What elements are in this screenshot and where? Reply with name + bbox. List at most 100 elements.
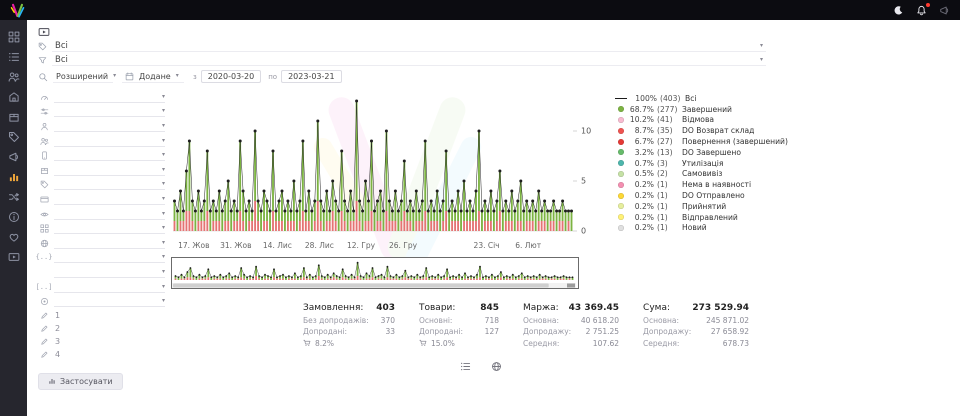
filter-select-8[interactable]: ▾ xyxy=(54,194,165,205)
apply-button[interactable]: Застосувати xyxy=(38,373,123,390)
legend-item[interactable]: 0.2%(1)DO Отправлено xyxy=(615,190,793,201)
legend-percent: 8.7% xyxy=(629,126,654,135)
legend-label: Самовивіз xyxy=(682,169,722,178)
pencil-icon xyxy=(38,311,50,320)
marketing-icon xyxy=(8,151,20,163)
legend-item[interactable]: 6.7%(27)Повернення (завершений) xyxy=(615,136,793,147)
legend-item[interactable]: 10.2%(41)Відмова xyxy=(615,115,793,126)
sidebar-item-products[interactable] xyxy=(5,109,23,124)
sidebar-item-info[interactable] xyxy=(5,209,23,224)
legend-percent: 3.2% xyxy=(629,148,654,157)
stat-column: Маржа:43 369.45Основна:40 618.20Допродаж… xyxy=(523,303,619,348)
x-axis-label: 26. Гру xyxy=(389,241,417,250)
stat-value: 15.0% xyxy=(431,339,455,348)
legend-item[interactable]: 0.2%(1)Прийнятий xyxy=(615,201,793,212)
filter-select-6[interactable]: ▾ xyxy=(54,165,165,176)
notifications-bell-icon[interactable] xyxy=(916,5,927,16)
legend-count: (13) xyxy=(657,148,680,157)
box-icon xyxy=(38,166,50,175)
filter-select-14[interactable]: ▾ xyxy=(54,282,165,293)
legend-item[interactable]: 3.2%(13)DO Завершено xyxy=(615,147,793,158)
stat-value: 33 xyxy=(385,327,395,336)
search-mode-select[interactable]: Розширений ▾ xyxy=(53,71,113,83)
legend-item[interactable]: 8.7%(35)DO Возврат склад xyxy=(615,125,793,136)
announcements-icon[interactable] xyxy=(939,5,950,16)
legend-count: (41) xyxy=(657,115,680,124)
custom-field-1[interactable]: 1 xyxy=(38,309,165,322)
chevron-down-icon: ▾ xyxy=(760,57,763,63)
pencil-icon xyxy=(38,350,50,359)
filter-select-7[interactable]: ▾ xyxy=(54,179,165,190)
status-filter-select[interactable]: Всі ▾ xyxy=(52,40,766,52)
legend-item[interactable]: 68.7%(277)Завершений xyxy=(615,104,793,115)
stat-label: Основна: xyxy=(523,316,559,325)
filter-select-15[interactable]: ▾ xyxy=(54,296,165,307)
sidebar-item-integrations[interactable] xyxy=(5,189,23,204)
filter-select-1[interactable]: ▾ xyxy=(54,92,165,103)
legend-label: DO Отправлено xyxy=(682,191,745,200)
tags-filter-icon xyxy=(38,42,47,51)
sidebar-item-prices[interactable] xyxy=(5,129,23,144)
filter-select-3[interactable]: ▾ xyxy=(54,121,165,132)
legend-item[interactable]: 0.5%(2)Самовивіз xyxy=(615,169,793,180)
legend-dot-swatch xyxy=(618,203,624,209)
map-view-icon[interactable] xyxy=(491,361,502,372)
legend-item[interactable]: 0.2%(1)Відправлений xyxy=(615,212,793,223)
custom-field-3[interactable]: 3 xyxy=(38,335,165,348)
filter-select-13[interactable]: ▾ xyxy=(54,267,165,278)
pencil-icon xyxy=(38,324,50,333)
sidebar-item-marketing[interactable] xyxy=(5,149,23,164)
target-icon xyxy=(38,297,50,306)
prices-icon xyxy=(8,131,20,143)
stat-value: 370 xyxy=(381,316,395,325)
stat-value: 8.2% xyxy=(315,339,334,348)
filter-select-12[interactable]: ▾ xyxy=(54,252,165,263)
cart-icon xyxy=(303,339,311,348)
legend-count: (1) xyxy=(657,191,680,200)
sidebar-item-shop[interactable] xyxy=(5,89,23,104)
stat-label: Допродані: xyxy=(303,327,347,336)
legend-percent: 0.2% xyxy=(629,191,654,200)
filter-select-2[interactable]: ▾ xyxy=(54,106,165,117)
search-icon[interactable] xyxy=(38,72,48,82)
legend-count: (1) xyxy=(657,180,680,189)
sidebar-item-statistics[interactable] xyxy=(5,169,23,184)
legend-label: Утилізація xyxy=(682,159,724,168)
app-logo-icon[interactable] xyxy=(10,3,25,18)
to-label: по xyxy=(268,73,277,81)
filter-select-4[interactable]: ▾ xyxy=(54,136,165,147)
chart-range-brush[interactable] xyxy=(171,257,579,289)
custom-field-2[interactable]: 2 xyxy=(38,322,165,335)
sliders-icon xyxy=(38,107,50,116)
date-field-select[interactable]: Додане ▾ xyxy=(122,71,184,83)
source-filter-select[interactable]: Всі ▾ xyxy=(52,54,766,66)
sidebar-item-orders[interactable] xyxy=(5,49,23,64)
legend-item[interactable]: 0.2%(1)Нема в наявності xyxy=(615,179,793,190)
table-view-icon[interactable] xyxy=(460,361,471,372)
stat-title: Замовлення: xyxy=(303,303,363,313)
sidebar-item-tutorials[interactable] xyxy=(5,249,23,264)
legend-item[interactable]: 0.2%(1)Новий xyxy=(615,223,793,234)
legend-item[interactable]: 100%(403)Всі xyxy=(615,93,793,104)
filter-select-10[interactable]: ▾ xyxy=(54,223,165,234)
support-icon xyxy=(8,231,20,243)
legend-dot-swatch xyxy=(618,106,624,112)
filter-select-9[interactable]: ▾ xyxy=(54,209,165,220)
filter-select-11[interactable]: ▾ xyxy=(54,238,165,249)
custom-field-4[interactable]: 4 xyxy=(38,348,165,361)
theme-toggle-icon[interactable] xyxy=(893,5,904,16)
x-axis-labels: 17. Жов31. Жов14. Лис28. Лис12. Гру26. Г… xyxy=(171,240,607,251)
legend-percent: 0.2% xyxy=(629,202,654,211)
sidebar-item-customers[interactable] xyxy=(5,69,23,84)
filter-select-5[interactable]: ▾ xyxy=(54,150,165,161)
video-guide-icon[interactable] xyxy=(38,26,50,38)
legend-item[interactable]: 0.7%(3)Утилізація xyxy=(615,158,793,169)
legend-dot-swatch xyxy=(618,171,624,177)
overview-mini-chart[interactable] xyxy=(172,258,576,288)
sidebar-item-dashboard[interactable] xyxy=(5,29,23,44)
gauge-icon xyxy=(38,93,50,102)
date-from-input[interactable]: 2020-03-20 xyxy=(201,70,262,83)
sidebar-item-support[interactable] xyxy=(5,229,23,244)
date-to-input[interactable]: 2023-03-21 xyxy=(281,70,342,83)
orders-timeseries-chart[interactable]: 0510 xyxy=(171,90,607,240)
